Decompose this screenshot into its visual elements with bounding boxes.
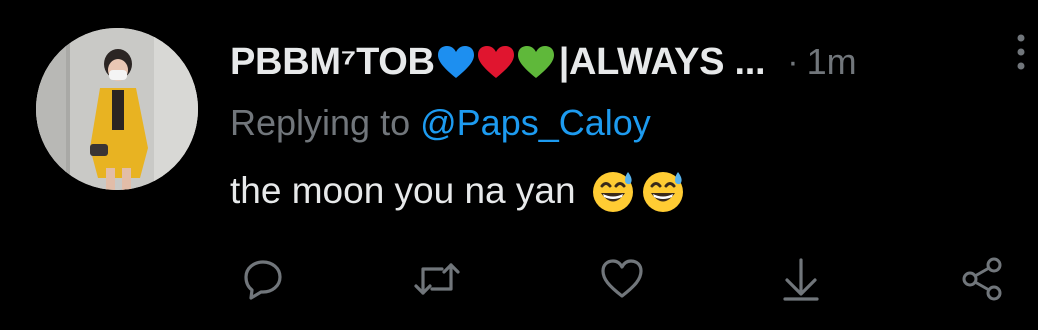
display-name[interactable]: PBBM⁷TOB |ALWAYS ... bbox=[230, 40, 766, 84]
replying-to-label: Replying to bbox=[230, 102, 421, 143]
display-name-prefix: PBBM⁷TOB bbox=[230, 40, 435, 83]
tweet-header: PBBM⁷TOB |ALWAYS ... · 1m bbox=[230, 36, 857, 88]
retweet-button[interactable] bbox=[412, 254, 462, 304]
tweet-text: the moon you na yan bbox=[230, 168, 690, 214]
grinning-sweat-emoji-icon bbox=[642, 172, 683, 212]
timestamp[interactable]: 1m bbox=[807, 41, 857, 83]
download-icon bbox=[783, 258, 819, 301]
green-heart-icon bbox=[517, 46, 554, 78]
display-name-suffix: |ALWAYS ... bbox=[558, 40, 766, 83]
like-icon bbox=[601, 259, 643, 298]
heart-emojis bbox=[437, 45, 557, 79]
more-options-button[interactable] bbox=[1008, 32, 1034, 72]
avatar[interactable] bbox=[36, 28, 198, 190]
tweet-body: the moon you na yan bbox=[230, 170, 576, 211]
download-button[interactable] bbox=[776, 254, 826, 304]
tweet-card[interactable]: PBBM⁷TOB |ALWAYS ... · 1m Replying to @P… bbox=[0, 0, 1038, 330]
share-button[interactable] bbox=[957, 254, 1007, 304]
red-heart-icon bbox=[477, 46, 514, 78]
grinning-sweat-emoji-icon bbox=[592, 172, 633, 212]
retweet-icon bbox=[414, 263, 460, 295]
reply-icon bbox=[244, 260, 282, 300]
blue-heart-icon bbox=[437, 46, 474, 78]
like-button[interactable] bbox=[597, 254, 647, 304]
more-vertical-icon bbox=[1017, 34, 1025, 70]
reply-button[interactable] bbox=[238, 254, 288, 304]
separator-dot: · bbox=[787, 42, 799, 81]
share-icon bbox=[962, 257, 1002, 301]
emoji-group bbox=[590, 168, 690, 214]
mention-link[interactable]: @Paps_Caloy bbox=[420, 102, 651, 143]
replying-to: Replying to @Paps_Caloy bbox=[230, 102, 651, 144]
